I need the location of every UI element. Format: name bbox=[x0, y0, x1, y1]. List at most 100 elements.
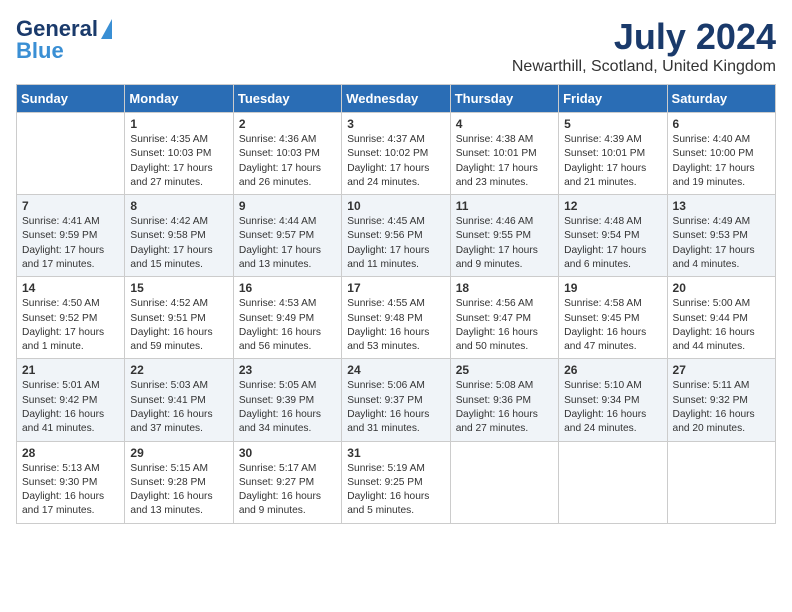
day-number: 11 bbox=[456, 199, 553, 213]
cell-content: Sunrise: 4:40 AM Sunset: 10:00 PM Daylig… bbox=[673, 133, 770, 190]
cell-content: Sunrise: 5:13 AM Sunset: 9:30 PM Dayligh… bbox=[22, 462, 119, 519]
subtitle: Newarthill, Scotland, United Kingdom bbox=[512, 58, 776, 76]
cell-content: Sunrise: 4:41 AM Sunset: 9:59 PM Dayligh… bbox=[22, 215, 119, 272]
cell-content: Sunrise: 5:17 AM Sunset: 9:27 PM Dayligh… bbox=[239, 462, 336, 519]
calendar-header-tuesday: Tuesday bbox=[233, 85, 341, 113]
logo-blue-text: Blue bbox=[16, 38, 64, 64]
calendar-table: SundayMondayTuesdayWednesdayThursdayFrid… bbox=[16, 84, 776, 524]
day-number: 4 bbox=[456, 117, 553, 131]
title-block: July 2024 Newarthill, Scotland, United K… bbox=[512, 16, 776, 76]
calendar-cell: 22Sunrise: 5:03 AM Sunset: 9:41 PM Dayli… bbox=[125, 359, 233, 441]
day-number: 24 bbox=[347, 363, 444, 377]
day-number: 14 bbox=[22, 281, 119, 295]
cell-content: Sunrise: 5:05 AM Sunset: 9:39 PM Dayligh… bbox=[239, 379, 336, 436]
calendar-cell: 7 Sunrise: 4:41 AM Sunset: 9:59 PM Daylig… bbox=[17, 195, 125, 277]
day-number: 25 bbox=[456, 363, 553, 377]
calendar-cell: 20Sunrise: 5:00 AM Sunset: 9:44 PM Dayli… bbox=[667, 277, 775, 359]
day-number: 3 bbox=[347, 117, 444, 131]
calendar-cell: 29 Sunrise: 5:15 AM Sunset: 9:28 PM Dayli… bbox=[125, 441, 233, 523]
day-number: 26 bbox=[564, 363, 661, 377]
calendar-cell: 11Sunrise: 4:46 AM Sunset: 9:55 PM Dayli… bbox=[450, 195, 558, 277]
cell-content: Sunrise: 4:37 AM Sunset: 10:02 PM Daylig… bbox=[347, 133, 444, 190]
calendar-cell: 28 Sunrise: 5:13 AM Sunset: 9:30 PM Dayli… bbox=[17, 441, 125, 523]
calendar-cell bbox=[450, 441, 558, 523]
day-number: 29 bbox=[130, 446, 227, 460]
day-number: 2 bbox=[239, 117, 336, 131]
main-title: July 2024 bbox=[512, 16, 776, 58]
page-header: General Blue July 2024 Newarthill, Scotl… bbox=[16, 16, 776, 76]
day-number: 31 bbox=[347, 446, 444, 460]
cell-content: Sunrise: 4:48 AM Sunset: 9:54 PM Dayligh… bbox=[564, 215, 661, 272]
calendar-cell: 4 Sunrise: 4:38 AM Sunset: 10:01 PM Dayli… bbox=[450, 113, 558, 195]
calendar-header-saturday: Saturday bbox=[667, 85, 775, 113]
calendar-cell: 17Sunrise: 4:55 AM Sunset: 9:48 PM Dayli… bbox=[342, 277, 450, 359]
day-number: 16 bbox=[239, 281, 336, 295]
calendar-cell: 19 Sunrise: 4:58 AM Sunset: 9:45 PM Dayli… bbox=[559, 277, 667, 359]
calendar-cell: 5Sunrise: 4:39 AM Sunset: 10:01 PM Dayli… bbox=[559, 113, 667, 195]
day-number: 9 bbox=[239, 199, 336, 213]
cell-content: Sunrise: 4:53 AM Sunset: 9:49 PM Dayligh… bbox=[239, 297, 336, 354]
cell-content: Sunrise: 5:06 AM Sunset: 9:37 PM Dayligh… bbox=[347, 379, 444, 436]
calendar-week-row: 21Sunrise: 5:01 AM Sunset: 9:42 PM Dayli… bbox=[17, 359, 776, 441]
day-number: 21 bbox=[22, 363, 119, 377]
calendar-week-row: 28 Sunrise: 5:13 AM Sunset: 9:30 PM Dayli… bbox=[17, 441, 776, 523]
cell-content: Sunrise: 5:08 AM Sunset: 9:36 PM Dayligh… bbox=[456, 379, 553, 436]
cell-content: Sunrise: 4:38 AM Sunset: 10:01 PM Daylig… bbox=[456, 133, 553, 190]
calendar-week-row: 7 Sunrise: 4:41 AM Sunset: 9:59 PM Daylig… bbox=[17, 195, 776, 277]
calendar-cell: 2 Sunrise: 4:36 AM Sunset: 10:03 PM Dayli… bbox=[233, 113, 341, 195]
cell-content: Sunrise: 4:36 AM Sunset: 10:03 PM Daylig… bbox=[239, 133, 336, 190]
day-number: 23 bbox=[239, 363, 336, 377]
cell-content: Sunrise: 5:11 AM Sunset: 9:32 PM Dayligh… bbox=[673, 379, 770, 436]
cell-content: Sunrise: 4:55 AM Sunset: 9:48 PM Dayligh… bbox=[347, 297, 444, 354]
calendar-cell bbox=[667, 441, 775, 523]
day-number: 6 bbox=[673, 117, 770, 131]
cell-content: Sunrise: 4:58 AM Sunset: 9:45 PM Dayligh… bbox=[564, 297, 661, 354]
logo: General Blue bbox=[16, 16, 112, 64]
logo-triangle-icon bbox=[101, 19, 112, 39]
cell-content: Sunrise: 4:45 AM Sunset: 9:56 PM Dayligh… bbox=[347, 215, 444, 272]
day-number: 20 bbox=[673, 281, 770, 295]
day-number: 8 bbox=[130, 199, 227, 213]
calendar-header-monday: Monday bbox=[125, 85, 233, 113]
calendar-cell: 26 Sunrise: 5:10 AM Sunset: 9:34 PM Dayli… bbox=[559, 359, 667, 441]
day-number: 7 bbox=[22, 199, 119, 213]
day-number: 27 bbox=[673, 363, 770, 377]
calendar-cell: 23 Sunrise: 5:05 AM Sunset: 9:39 PM Dayli… bbox=[233, 359, 341, 441]
day-number: 15 bbox=[130, 281, 227, 295]
day-number: 28 bbox=[22, 446, 119, 460]
cell-content: Sunrise: 4:42 AM Sunset: 9:58 PM Dayligh… bbox=[130, 215, 227, 272]
calendar-cell: 27 Sunrise: 5:11 AM Sunset: 9:32 PM Dayli… bbox=[667, 359, 775, 441]
cell-content: Sunrise: 4:49 AM Sunset: 9:53 PM Dayligh… bbox=[673, 215, 770, 272]
cell-content: Sunrise: 4:35 AM Sunset: 10:03 PM Daylig… bbox=[130, 133, 227, 190]
cell-content: Sunrise: 4:50 AM Sunset: 9:52 PM Dayligh… bbox=[22, 297, 119, 354]
cell-content: Sunrise: 4:39 AM Sunset: 10:01 PM Daylig… bbox=[564, 133, 661, 190]
calendar-cell: 16 Sunrise: 4:53 AM Sunset: 9:49 PM Dayli… bbox=[233, 277, 341, 359]
calendar-cell: 31 Sunrise: 5:19 AM Sunset: 9:25 PM Dayli… bbox=[342, 441, 450, 523]
day-number: 10 bbox=[347, 199, 444, 213]
calendar-cell: 18Sunrise: 4:56 AM Sunset: 9:47 PM Dayli… bbox=[450, 277, 558, 359]
day-number: 19 bbox=[564, 281, 661, 295]
calendar-cell: 9 Sunrise: 4:44 AM Sunset: 9:57 PM Daylig… bbox=[233, 195, 341, 277]
calendar-cell: 10 Sunrise: 4:45 AM Sunset: 9:56 PM Dayli… bbox=[342, 195, 450, 277]
calendar-cell: 6 Sunrise: 4:40 AM Sunset: 10:00 PM Dayli… bbox=[667, 113, 775, 195]
calendar-cell: 25 Sunrise: 5:08 AM Sunset: 9:36 PM Dayli… bbox=[450, 359, 558, 441]
calendar-week-row: 1 Sunrise: 4:35 AM Sunset: 10:03 PM Dayli… bbox=[17, 113, 776, 195]
calendar-header-row: SundayMondayTuesdayWednesdayThursdayFrid… bbox=[17, 85, 776, 113]
cell-content: Sunrise: 4:44 AM Sunset: 9:57 PM Dayligh… bbox=[239, 215, 336, 272]
cell-content: Sunrise: 5:10 AM Sunset: 9:34 PM Dayligh… bbox=[564, 379, 661, 436]
calendar-cell bbox=[17, 113, 125, 195]
cell-content: Sunrise: 5:15 AM Sunset: 9:28 PM Dayligh… bbox=[130, 462, 227, 519]
cell-content: Sunrise: 4:56 AM Sunset: 9:47 PM Dayligh… bbox=[456, 297, 553, 354]
day-number: 30 bbox=[239, 446, 336, 460]
calendar-cell: 30 Sunrise: 5:17 AM Sunset: 9:27 PM Dayli… bbox=[233, 441, 341, 523]
calendar-cell: 1 Sunrise: 4:35 AM Sunset: 10:03 PM Dayli… bbox=[125, 113, 233, 195]
day-number: 13 bbox=[673, 199, 770, 213]
cell-content: Sunrise: 5:19 AM Sunset: 9:25 PM Dayligh… bbox=[347, 462, 444, 519]
calendar-week-row: 14 Sunrise: 4:50 AM Sunset: 9:52 PM Dayli… bbox=[17, 277, 776, 359]
day-number: 22 bbox=[130, 363, 227, 377]
calendar-header-friday: Friday bbox=[559, 85, 667, 113]
cell-content: Sunrise: 4:52 AM Sunset: 9:51 PM Dayligh… bbox=[130, 297, 227, 354]
calendar-header-sunday: Sunday bbox=[17, 85, 125, 113]
day-number: 1 bbox=[130, 117, 227, 131]
calendar-cell: 24 Sunrise: 5:06 AM Sunset: 9:37 PM Dayli… bbox=[342, 359, 450, 441]
